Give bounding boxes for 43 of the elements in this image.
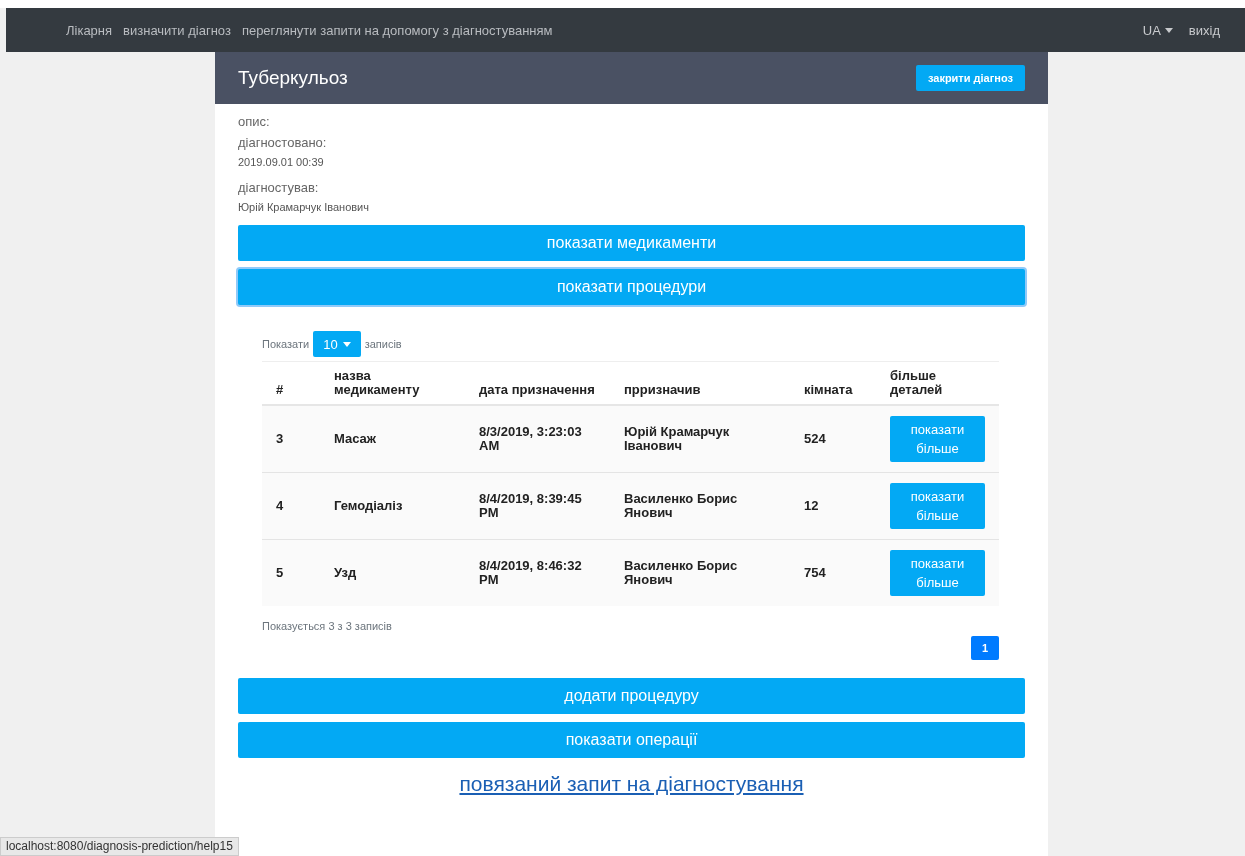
- field-label: діагностував:: [238, 180, 320, 195]
- table-cell: 8/4/2019, 8:39:45 PM: [465, 472, 610, 540]
- page-button[interactable]: 1: [971, 636, 999, 660]
- table-info: Показується 3 з 3 записів: [262, 620, 393, 632]
- table-cell: Масаж: [320, 405, 465, 473]
- language-dropdown[interactable]: UA: [1142, 22, 1173, 38]
- status-url: localhost:8080/diagnosis-prediction/help15: [0, 837, 239, 856]
- length-select[interactable]: 10: [313, 331, 361, 357]
- field-label: діагностовано:: [238, 135, 328, 150]
- table-cell: 8/4/2019, 8:46:32 PM: [465, 539, 610, 606]
- table-cell: Юрій Крамарчук Іванович: [610, 405, 790, 473]
- table-cell: Василенко Борис Янович: [610, 472, 790, 540]
- field-value: 2019.09.01 00:39: [238, 156, 325, 168]
- table-cell: Гемодіаліз: [320, 472, 465, 540]
- logout-link[interactable]: вихід: [1188, 22, 1220, 38]
- wide-button[interactable]: додати процедуру: [238, 678, 1025, 714]
- table-cell: 8/3/2019, 3:23:03 AM: [465, 405, 610, 473]
- caret-icon: [1164, 27, 1173, 33]
- show-more-button[interactable]: показати більше: [890, 483, 985, 529]
- field-value: Юрій Крамарчук Іванович: [238, 201, 370, 213]
- nav-link[interactable]: Лікарня: [66, 22, 113, 38]
- wide-button[interactable]: показати операції: [238, 722, 1025, 758]
- diagnosis-title: Туберкульоз: [238, 67, 348, 89]
- table-cell: 3: [262, 405, 320, 473]
- related-request-link[interactable]: повязаний запит на діагностування: [238, 772, 1025, 796]
- length-label: записів: [364, 338, 402, 350]
- wide-button[interactable]: показати медикаменти: [238, 225, 1025, 261]
- length-label: Показати: [262, 338, 310, 350]
- nav-link[interactable]: визначити діагноз: [123, 22, 231, 38]
- table-cell: 754: [790, 539, 876, 606]
- table-cell: 12: [790, 472, 876, 540]
- table-cell: Узд: [320, 539, 465, 606]
- table-cell: Василенко Борис Янович: [610, 539, 790, 606]
- table-cell: 5: [262, 539, 320, 606]
- caret-icon: [342, 341, 351, 347]
- show-more-button[interactable]: показати більше: [890, 416, 985, 462]
- field-label: опис:: [238, 114, 271, 129]
- show-more-button[interactable]: показати більше: [890, 550, 985, 596]
- table-cell: 524: [790, 405, 876, 473]
- close-diagnosis-button[interactable]: закрити діагноз: [915, 65, 1025, 91]
- wide-button[interactable]: показати процедури: [238, 269, 1025, 305]
- nav-link[interactable]: переглянути запити на допомогу з діагностуванням: [241, 22, 553, 38]
- table-cell: 4: [262, 472, 320, 540]
